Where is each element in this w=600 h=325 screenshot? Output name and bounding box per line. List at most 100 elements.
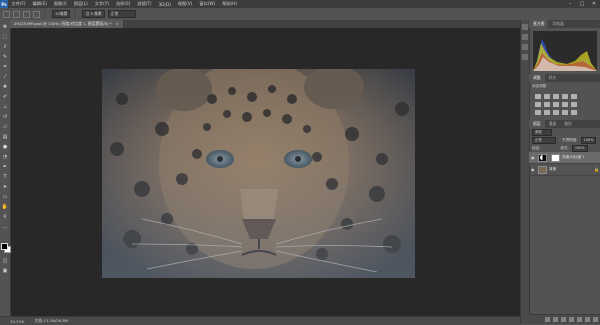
properties-panel-icon[interactable] <box>522 34 528 40</box>
subtract-selection-icon[interactable] <box>33 10 40 18</box>
selective-color-icon[interactable] <box>571 110 577 115</box>
photo-filter-icon[interactable] <box>562 102 568 107</box>
layer-row-background[interactable]: ◉ 背景 🔒 <box>529 164 600 176</box>
zoom-icon[interactable]: ⚲ <box>2 214 8 220</box>
size-field[interactable]: 15像素 <box>52 10 71 18</box>
quick-mask-icon[interactable]: ◫ <box>2 258 8 264</box>
layers-panel-footer <box>529 314 600 324</box>
leopard-photo[interactable] <box>102 69 415 278</box>
screen-mode-icon[interactable]: ▣ <box>2 268 8 274</box>
invert-icon[interactable] <box>535 110 541 115</box>
document-info[interactable]: 文档:13.2M/26.8M <box>34 318 68 324</box>
exposure-icon[interactable] <box>562 94 568 99</box>
add-selection-icon[interactable] <box>23 10 30 18</box>
zoom-level[interactable]: 33.33% <box>10 319 24 324</box>
fill-input[interactable]: 100% <box>571 144 588 152</box>
paragraph-panel-icon[interactable] <box>522 54 528 60</box>
opacity-input[interactable]: 100% <box>580 136 597 144</box>
type-icon[interactable]: T <box>2 174 8 180</box>
eyedropper-icon[interactable]: ⁄ <box>2 74 8 80</box>
document-tab[interactable]: 29125.MM.psd @ 100% (亮度/对比度 1, 图层蒙版/8) *… <box>10 20 124 28</box>
menu-3d[interactable]: 3D(D) <box>155 2 174 7</box>
tab-adjustments[interactable]: 调整 <box>529 74 545 82</box>
adjustments-panel-tabs: 调整 样式 <box>529 74 600 82</box>
close-tab-icon[interactable]: × <box>116 21 119 26</box>
shape-icon[interactable]: ▭ <box>2 194 8 200</box>
mode-field[interactable]: 正常 <box>107 10 136 18</box>
blend-mode-select[interactable]: 正常 <box>532 136 556 144</box>
minimize-button[interactable]: – <box>564 0 576 8</box>
new-group-icon[interactable] <box>577 317 582 322</box>
history-brush-icon[interactable]: ↺ <box>2 114 8 120</box>
adjustments-grid <box>535 94 595 115</box>
color-balance-icon[interactable] <box>544 102 550 107</box>
more-icon[interactable]: … <box>2 224 8 230</box>
histogram-panel-tabs: 直方图 导航器 <box>529 20 600 28</box>
kind-filter-select[interactable]: 类型 <box>532 128 552 136</box>
link-layers-icon[interactable] <box>545 317 550 322</box>
eraser-icon[interactable]: ▱ <box>2 124 8 130</box>
menu-view[interactable]: 视图(V) <box>174 1 196 7</box>
brush-icon[interactable]: ✐ <box>2 94 8 100</box>
quick-select-icon[interactable]: ✎ <box>2 54 8 60</box>
new-selection-icon[interactable] <box>13 10 20 18</box>
healing-icon[interactable]: ✚ <box>2 84 8 90</box>
maximize-button[interactable]: □ <box>576 0 588 8</box>
crop-icon[interactable]: ⌗ <box>2 64 8 70</box>
threshold-icon[interactable] <box>553 110 559 115</box>
tool-field[interactable]: 沿 5 像素 <box>82 10 105 18</box>
stamp-icon[interactable]: ⊥ <box>2 104 8 110</box>
blur-icon[interactable]: ● <box>2 144 8 150</box>
menu-image[interactable]: 图像(I) <box>50 1 70 7</box>
menu-edit[interactable]: 编辑(E) <box>29 1 50 7</box>
gradient-map-icon[interactable] <box>562 110 568 115</box>
foreground-color-swatch[interactable] <box>1 243 8 250</box>
history-panel-icon[interactable] <box>522 24 528 30</box>
tab-layers[interactable]: 图层 <box>529 120 545 128</box>
canvas-area[interactable] <box>11 28 520 316</box>
menu-help[interactable]: 帮助(H) <box>219 1 241 7</box>
menu-file[interactable]: 文件(F) <box>8 1 29 7</box>
path-select-icon[interactable]: ➤ <box>2 184 8 190</box>
new-layer-icon[interactable] <box>585 317 590 322</box>
leopard-image <box>102 69 415 278</box>
tab-channels[interactable]: 通道 <box>545 120 561 128</box>
vibrance-icon[interactable] <box>571 94 577 99</box>
hue-saturation-icon[interactable] <box>535 102 541 107</box>
tab-styles[interactable]: 样式 <box>545 74 561 82</box>
menu-select[interactable]: 选择(S) <box>112 1 133 7</box>
gradient-icon[interactable]: ▤ <box>2 134 8 140</box>
menu-type[interactable]: 文字(Y) <box>91 1 112 7</box>
brightness-contrast-icon[interactable] <box>535 94 541 99</box>
add-mask-icon[interactable] <box>561 317 566 322</box>
character-panel-icon[interactable] <box>522 44 528 50</box>
new-adjustment-icon[interactable] <box>569 317 574 322</box>
dodge-icon[interactable]: ◔ <box>2 154 8 160</box>
visibility-eye-icon[interactable]: ◉ <box>531 167 536 172</box>
close-button[interactable]: ✕ <box>588 0 600 8</box>
curves-icon[interactable] <box>553 94 559 99</box>
tab-histogram[interactable]: 直方图 <box>529 20 549 28</box>
tab-paths[interactable]: 路径 <box>560 120 576 128</box>
pen-icon[interactable]: ✒ <box>2 164 8 170</box>
menu-layer[interactable]: 图层(L) <box>70 1 91 7</box>
layer-mask-thumbnail[interactable] <box>551 153 560 162</box>
layers-panel-tabs: 图层 通道 路径 <box>529 120 600 128</box>
tool-preset-icon[interactable] <box>3 10 10 18</box>
delete-layer-icon[interactable] <box>593 317 598 322</box>
hand-icon[interactable]: ✋ <box>2 204 8 210</box>
visibility-eye-icon[interactable]: ◉ <box>531 155 536 160</box>
fill-label: 填充: <box>560 145 569 150</box>
black-white-icon[interactable] <box>553 102 559 107</box>
menu-filter[interactable]: 滤镜(T) <box>134 1 155 7</box>
channel-mixer-icon[interactable] <box>571 102 577 107</box>
marquee-icon[interactable]: ⬚ <box>2 34 8 40</box>
layer-style-icon[interactable] <box>553 317 558 322</box>
lasso-icon[interactable]: ℓ <box>2 44 8 50</box>
posterize-icon[interactable] <box>544 110 550 115</box>
menu-window[interactable]: 窗口(W) <box>196 1 219 7</box>
move-icon[interactable]: ✥ <box>2 24 8 30</box>
levels-icon[interactable] <box>544 94 550 99</box>
layer-row-adjustment[interactable]: ◉ 亮度/对比度 1 <box>529 152 600 164</box>
tab-navigator[interactable]: 导航器 <box>548 20 567 28</box>
